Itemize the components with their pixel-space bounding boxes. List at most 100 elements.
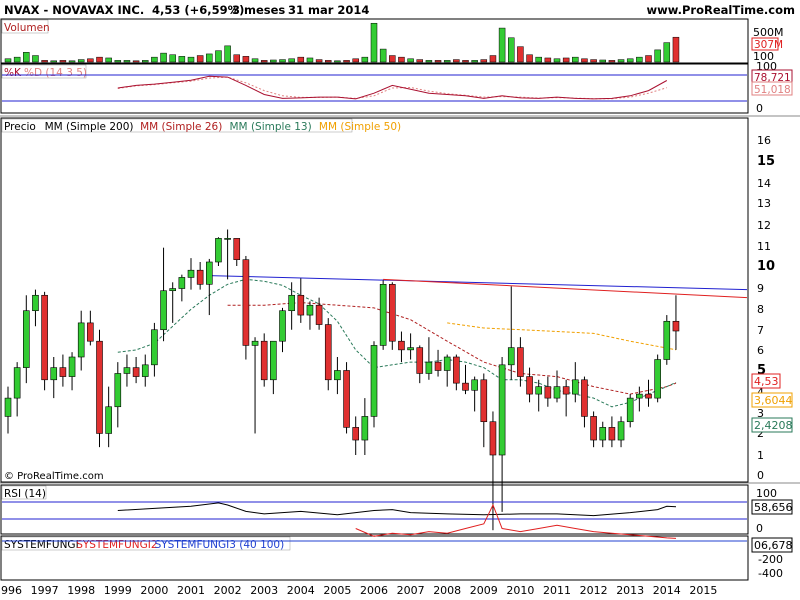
candle-body [453, 356, 460, 384]
volume-bar [169, 54, 176, 63]
volume-bar [315, 59, 323, 63]
candle-body [553, 386, 561, 399]
volume-bar [123, 60, 131, 63]
candle-body [242, 259, 250, 346]
x-axis-label: 2013 [616, 584, 644, 597]
volume-bar [215, 50, 222, 63]
x-axis-label: 2009 [470, 584, 498, 597]
candle-body [471, 379, 478, 391]
volume-bar [87, 58, 94, 63]
price-tick-label: 0 [757, 469, 764, 482]
price-legend: Precio MM (Simple 200) MM (Simple 26) MM (S… [4, 121, 401, 133]
candle-body [279, 310, 286, 342]
price-current-value: 4,53 [754, 375, 779, 388]
x-axis-label: 2010 [506, 584, 534, 597]
candle-body [77, 322, 85, 358]
site-label[interactable]: www.ProRealTime.com [646, 3, 795, 17]
volume-bar [178, 56, 186, 63]
candle-body [388, 284, 396, 342]
volume-bar [453, 59, 460, 63]
x-axis-label: 2007 [397, 584, 425, 597]
candle-body [50, 367, 58, 381]
candle-body [4, 397, 12, 417]
candle-body [334, 370, 341, 381]
volume-bar [242, 56, 250, 63]
candle-body [96, 340, 103, 434]
candle-body [507, 347, 515, 366]
volume-bar [572, 56, 579, 63]
volume-bar [32, 55, 39, 63]
x-axis-label: 1998 [67, 584, 95, 597]
candle-body [517, 347, 524, 377]
volume-bar [617, 59, 625, 63]
price-legend-item: MM (Simple 200) [45, 121, 134, 133]
volume-bar [535, 56, 542, 63]
ma13-current-value: 2,4208 [754, 419, 793, 432]
volume-bar [471, 60, 478, 63]
candle-body [663, 320, 671, 360]
volume-label: Volumen [4, 22, 50, 34]
volume-bar [260, 60, 268, 63]
candle-body [215, 238, 222, 263]
price-tick-label: 13 [757, 197, 771, 210]
price-legend-item: MM (Simple 26) [140, 121, 222, 133]
candle-body [251, 340, 259, 346]
candle-body [68, 356, 76, 377]
volume-bar [114, 60, 122, 63]
volume-bar [526, 54, 533, 63]
candle-body [352, 427, 360, 441]
candle-body [599, 427, 607, 441]
candle-body [626, 397, 634, 423]
volume-bar [599, 59, 606, 63]
candle-body [398, 340, 405, 351]
volume-bar [562, 57, 570, 63]
price-tick-label: 16 [757, 134, 771, 147]
price-legend-item: MM (Simple 50) [319, 121, 401, 133]
volume-bar [224, 45, 231, 63]
volume-bar [59, 60, 67, 63]
candle-body [608, 427, 616, 441]
candle-body [87, 322, 94, 342]
volume-bar [279, 59, 286, 63]
candle-body [379, 284, 387, 346]
volume-bar [443, 60, 451, 63]
volume-bar [389, 55, 396, 63]
volume-bar [398, 56, 405, 63]
candle-body [636, 393, 643, 399]
volume-bar [41, 60, 48, 63]
volume-current-value: 307M [754, 39, 783, 51]
candle-body [654, 359, 661, 399]
x-axis-label: 2006 [360, 584, 388, 597]
price-tick-label: 8 [757, 303, 764, 316]
candle-body [562, 386, 570, 395]
candle-body [324, 324, 332, 381]
candle-body [306, 304, 314, 316]
volume-bar [407, 58, 414, 63]
volume-bar [13, 56, 21, 63]
volume-bar [151, 56, 158, 63]
candle-body [196, 269, 204, 285]
x-axis-label: 2014 [653, 584, 681, 597]
price-legend-item: Precio [4, 121, 36, 133]
price-tick-label: 1 [757, 449, 764, 462]
candle-body [462, 382, 469, 391]
volume-bar [370, 22, 378, 63]
candle-body [260, 340, 268, 381]
volume-bar [187, 56, 195, 63]
x-axis-label: 2012 [580, 584, 608, 597]
stoch-k-label: %K [4, 67, 22, 79]
candle-body [32, 294, 39, 312]
volume-bar [251, 58, 259, 63]
volume-bar [361, 56, 369, 63]
candle-body [526, 376, 533, 395]
ma50-current-value: 3,6044 [754, 394, 793, 407]
volume-bar [626, 58, 634, 63]
price-tick-label: 6 [757, 344, 764, 357]
price-tick-label: 15 [757, 154, 775, 169]
price-legend-item: MM (Simple 13) [230, 121, 312, 133]
volume-bar [196, 55, 204, 63]
period-label: 3 meses [232, 3, 285, 17]
volume-bar [288, 58, 295, 63]
x-axis-label: 2004 [287, 584, 315, 597]
candle-body [123, 367, 131, 374]
